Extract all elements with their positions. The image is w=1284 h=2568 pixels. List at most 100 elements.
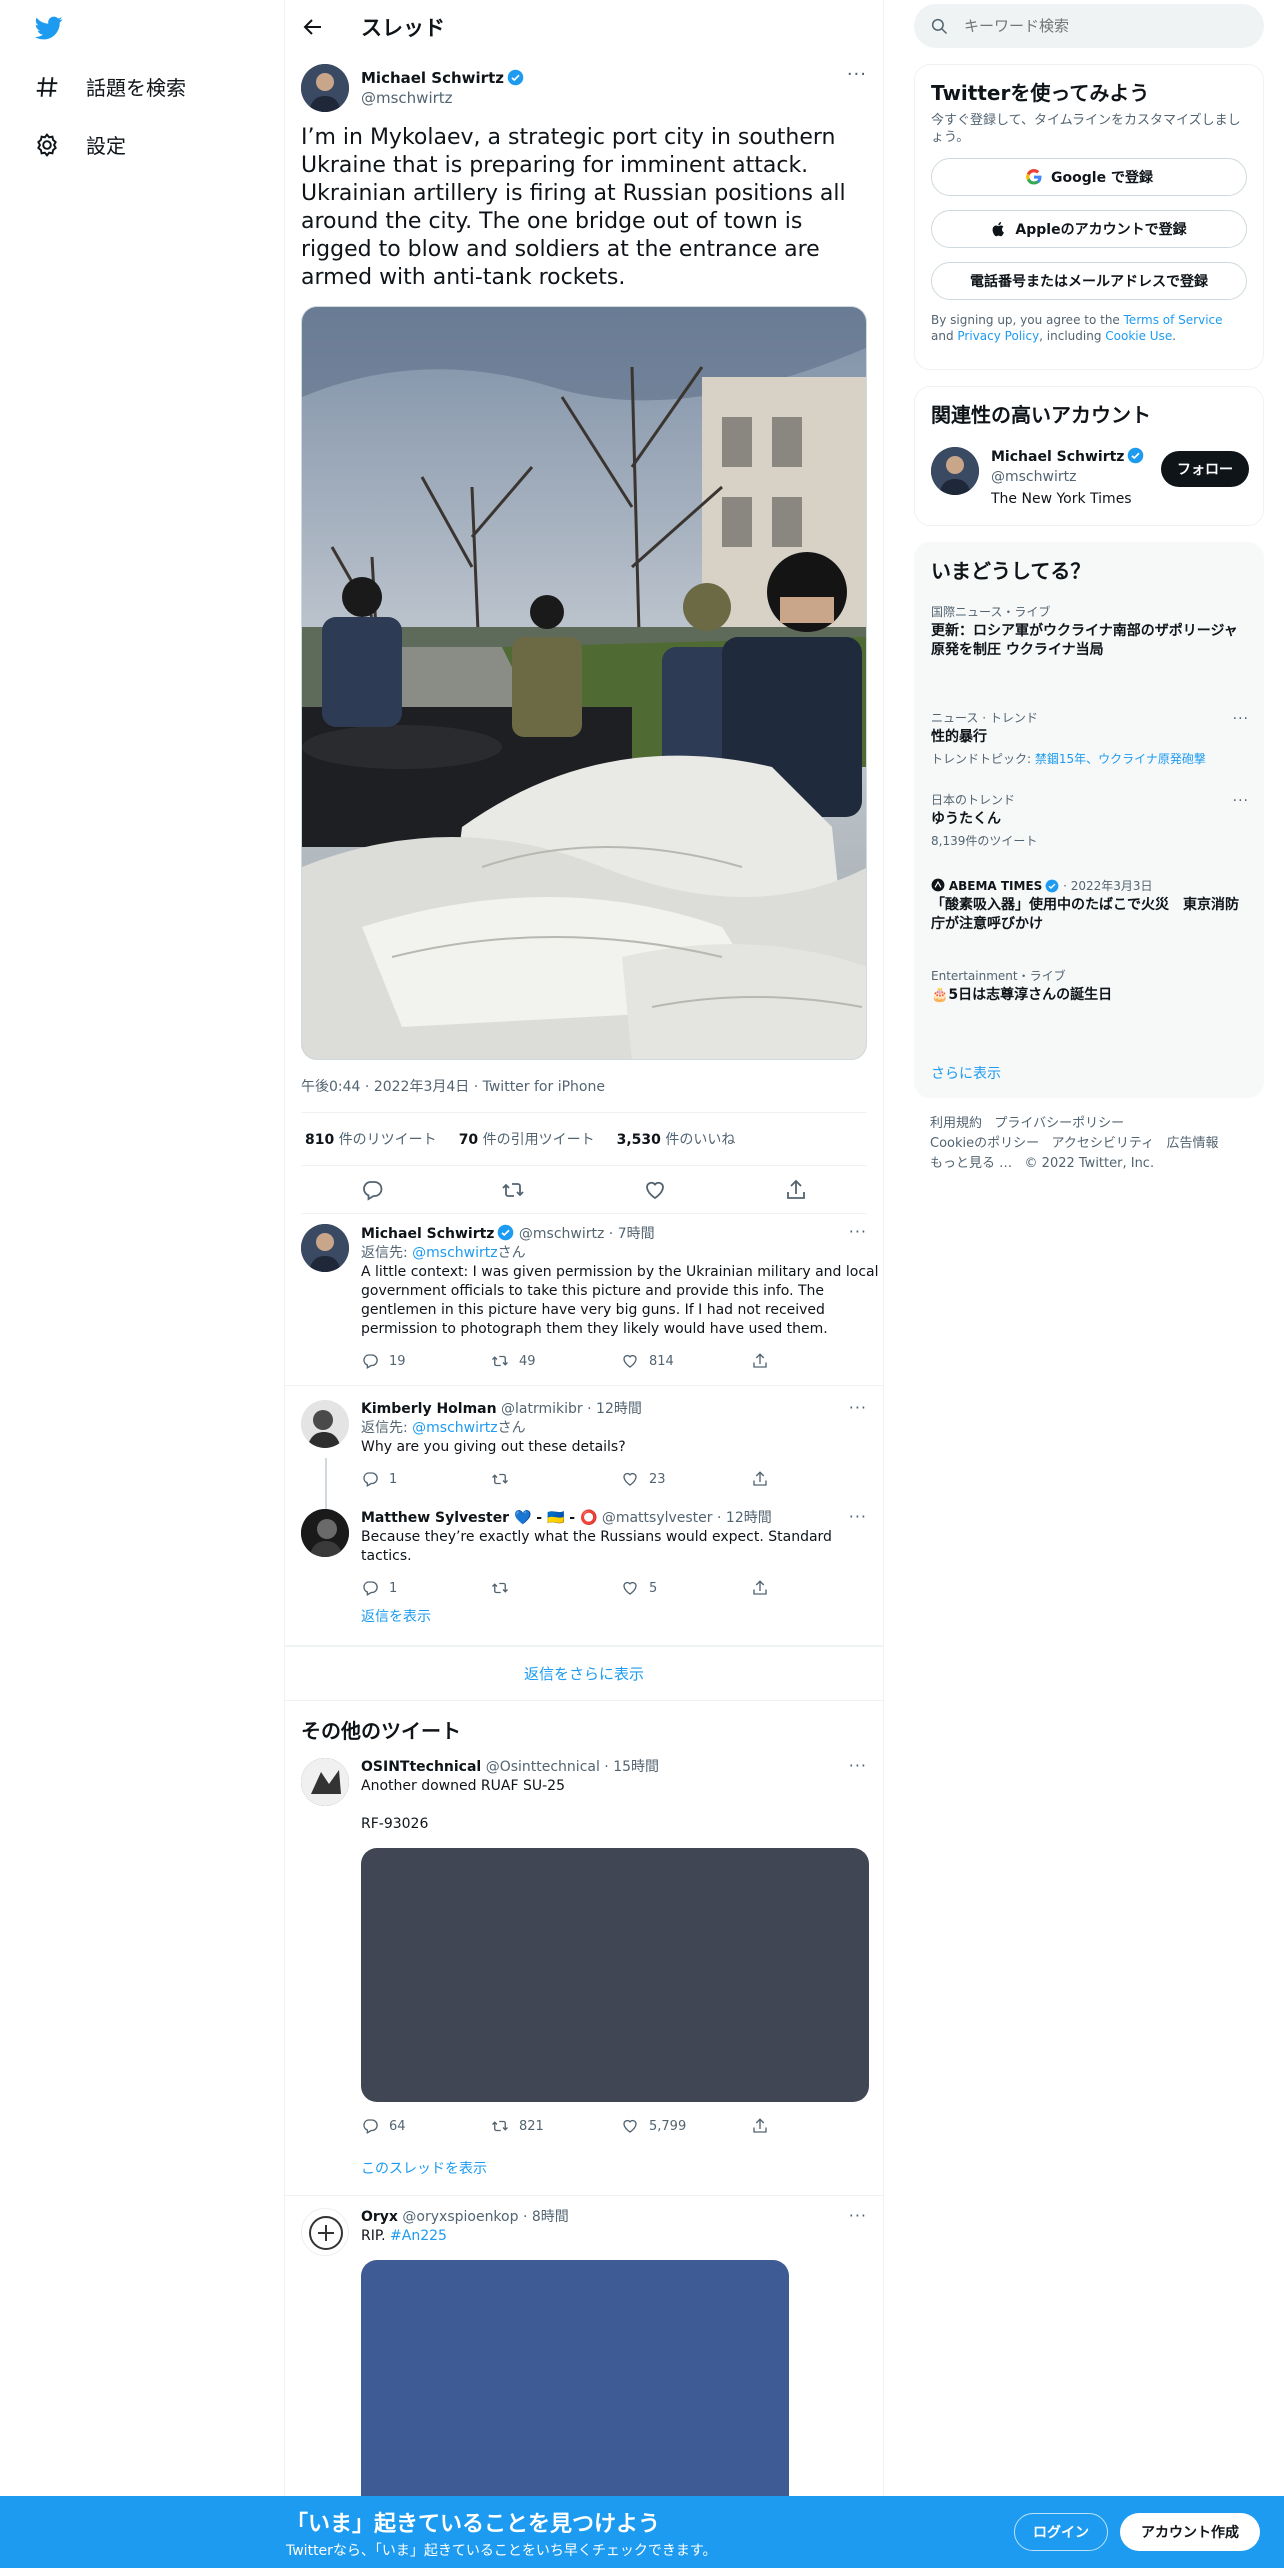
- share-button[interactable]: [751, 2117, 881, 2135]
- other-tweet[interactable]: OSINTtechnical @Osinttechnical · 15時間 ···…: [285, 1754, 883, 2196]
- reply-author-handle[interactable]: @mattsylvester: [602, 1510, 713, 1526]
- reply-time[interactable]: 12時間: [596, 1401, 642, 1417]
- reply-to-link[interactable]: @mschwirtz: [412, 1420, 497, 1436]
- author-handle[interactable]: @mschwirtz: [361, 89, 524, 107]
- reply-button[interactable]: 1: [361, 1470, 491, 1489]
- create-account-button[interactable]: アカウント作成: [1120, 2513, 1260, 2551]
- login-button[interactable]: ログイン: [1014, 2513, 1108, 2551]
- more-options-icon[interactable]: ···: [849, 2206, 867, 2225]
- tweet-author-name[interactable]: Oryx: [361, 2209, 398, 2225]
- privacy-policy-link[interactable]: Privacy Policy: [957, 329, 1039, 343]
- like-heart-icon[interactable]: [643, 1178, 667, 1202]
- like-button[interactable]: 814: [621, 1352, 751, 1371]
- like-button[interactable]: 5: [621, 1579, 751, 1598]
- reply-author-name[interactable]: Kimberly Holman: [361, 1401, 497, 1417]
- more-options-icon[interactable]: ···: [849, 1756, 867, 1775]
- avatar[interactable]: [301, 1400, 349, 1448]
- reply-to-link[interactable]: @mschwirtz: [412, 1245, 497, 1261]
- reply-button[interactable]: 19: [361, 1352, 491, 1371]
- reply-author-handle[interactable]: @mschwirtz: [519, 1226, 604, 1242]
- other-tweet[interactable]: Oryx @oryxspioenkop · 8時間 ··· RIP. #An225: [285, 2196, 883, 2500]
- nav-settings[interactable]: 設定: [34, 130, 126, 159]
- tweet-author-handle[interactable]: @Osinttechnical: [486, 1759, 600, 1775]
- more-options-icon[interactable]: ···: [849, 1507, 867, 1526]
- phone-email-signup-button[interactable]: 電話番号またはメールアドレスで登録: [931, 262, 1247, 300]
- avatar[interactable]: [301, 1758, 349, 1806]
- reply-author-name[interactable]: Michael Schwirtz: [361, 1226, 494, 1242]
- reply-button[interactable]: 64: [361, 2117, 491, 2136]
- more-options-icon[interactable]: ···: [1233, 711, 1249, 727]
- nav-explore[interactable]: 話題を検索: [34, 72, 186, 101]
- more-options-icon[interactable]: ···: [849, 1222, 867, 1241]
- tweet-time[interactable]: 午後0:44: [301, 1079, 360, 1095]
- retweet-button[interactable]: [491, 1470, 621, 1488]
- related-handle[interactable]: @mschwirtz: [991, 467, 1144, 487]
- cookie-use-link[interactable]: Cookie Use: [1105, 329, 1172, 343]
- tweet-media[interactable]: [361, 1848, 869, 2102]
- trend-item[interactable]: ニュース · トレンド 性的暴行 トレンドトピック: 禁錮15年、ウクライナ原発…: [931, 709, 1249, 767]
- tweet-time[interactable]: 15時間: [613, 1759, 659, 1775]
- tweet-author-name[interactable]: OSINTtechnical: [361, 1759, 481, 1775]
- show-more-replies-link[interactable]: 返信をさらに表示: [285, 1647, 883, 1701]
- retweet-button[interactable]: 821: [491, 2117, 621, 2136]
- terms-of-service-link[interactable]: Terms of Service: [1124, 313, 1223, 327]
- author-name[interactable]: Michael Schwirtz: [361, 69, 504, 87]
- tweet-photo[interactable]: [301, 306, 867, 1060]
- avatar[interactable]: [931, 447, 979, 495]
- back-arrow-icon[interactable]: [301, 15, 325, 39]
- avatar[interactable]: [301, 1509, 349, 1557]
- twitter-logo-icon[interactable]: [32, 14, 66, 42]
- show-thread-link[interactable]: このスレッドを表示: [361, 2160, 881, 2179]
- reply-time[interactable]: 7時間: [618, 1226, 655, 1242]
- reply-author-name[interactable]: Matthew Sylvester 💙 - 🇺🇦 - ⭕: [361, 1510, 597, 1526]
- share-button[interactable]: [751, 1470, 881, 1488]
- more-options-icon[interactable]: ···: [849, 1398, 867, 1417]
- reply-tweet[interactable]: Michael Schwirtz @mschwirtz · 7時間 ··· 返信先…: [285, 1214, 883, 1386]
- apple-signup-button[interactable]: Appleのアカウントで登録: [931, 210, 1247, 248]
- reply-tweet[interactable]: Matthew Sylvester 💙 - 🇺🇦 - ⭕ @mattsylves…: [285, 1501, 883, 1645]
- like-button[interactable]: 23: [621, 1470, 751, 1489]
- reply-time[interactable]: 12時間: [726, 1510, 772, 1526]
- show-more-trends-link[interactable]: さらに表示: [931, 1063, 1001, 1083]
- tweet-date[interactable]: 2022年3月4日: [374, 1079, 469, 1095]
- more-options-icon[interactable]: ···: [847, 64, 867, 85]
- trend-topic-links[interactable]: 禁錮15年、ウクライナ原発砲撃: [1035, 752, 1206, 766]
- tweet-media[interactable]: [361, 2260, 789, 2500]
- reply-icon[interactable]: [360, 1178, 384, 1202]
- reply-author-handle[interactable]: @latrmikibr: [501, 1401, 583, 1417]
- footer-link-more[interactable]: もっと見る …: [930, 1156, 1012, 1171]
- footer-link-ads[interactable]: 広告情報: [1167, 1136, 1219, 1151]
- more-options-icon[interactable]: ···: [1233, 793, 1249, 809]
- related-account[interactable]: Michael Schwirtz @mschwirtz The New York…: [931, 447, 1144, 509]
- tweet-time[interactable]: 8時間: [532, 2209, 569, 2225]
- search-input[interactable]: [964, 17, 1234, 35]
- trend-item[interactable]: Entertainment・ライブ 🎂5日は志尊淳さんの誕生日: [931, 967, 1249, 1005]
- footer-link-accessibility[interactable]: アクセシビリティ: [1052, 1136, 1155, 1151]
- retweet-count-link[interactable]: 810 件のリツイート: [305, 1129, 437, 1149]
- retweet-button[interactable]: 49: [491, 1352, 621, 1371]
- footer-link-terms[interactable]: 利用規約: [930, 1116, 982, 1131]
- footer-link-cookie[interactable]: Cookieのポリシー: [930, 1136, 1039, 1151]
- trend-item[interactable]: 国際ニュース・ライブ 更新：ロシア軍がウクライナ南部のザポリージャ原発を制圧 ウ…: [931, 603, 1249, 660]
- reply-button[interactable]: 1: [361, 1579, 491, 1598]
- retweet-button[interactable]: [491, 1579, 621, 1597]
- trend-item[interactable]: 日本のトレンド ゆうたくん 8,139件のツイート ···: [931, 791, 1249, 849]
- trend-item[interactable]: ABEMA TIMES · 2022年3月3日 「酸素吸入器」使用中のたばこで火…: [931, 877, 1249, 934]
- google-signup-button[interactable]: Google で登録: [931, 158, 1247, 196]
- quote-count-link[interactable]: 70 件の引用ツイート: [459, 1129, 595, 1149]
- reply-tweet[interactable]: Kimberly Holman @latrmikibr · 12時間 ··· 返信…: [285, 1386, 883, 1514]
- retweet-icon[interactable]: [501, 1178, 525, 1202]
- share-button[interactable]: [751, 1579, 881, 1597]
- share-icon[interactable]: [784, 1178, 808, 1202]
- related-name[interactable]: Michael Schwirtz: [991, 449, 1124, 465]
- like-count-link[interactable]: 3,530 件のいいね: [617, 1129, 736, 1149]
- show-replies-link[interactable]: 返信を表示: [361, 1608, 881, 1637]
- avatar[interactable]: [301, 2208, 349, 2256]
- avatar[interactable]: [301, 1224, 349, 1272]
- like-button[interactable]: 5,799: [621, 2117, 751, 2136]
- follow-button[interactable]: フォロー: [1161, 451, 1249, 487]
- search-bar[interactable]: [914, 4, 1264, 48]
- tweet-author-handle[interactable]: @oryxspioenkop: [402, 2209, 518, 2225]
- footer-link-privacy[interactable]: プライバシーポリシー: [994, 1116, 1124, 1131]
- share-button[interactable]: [751, 1352, 881, 1370]
